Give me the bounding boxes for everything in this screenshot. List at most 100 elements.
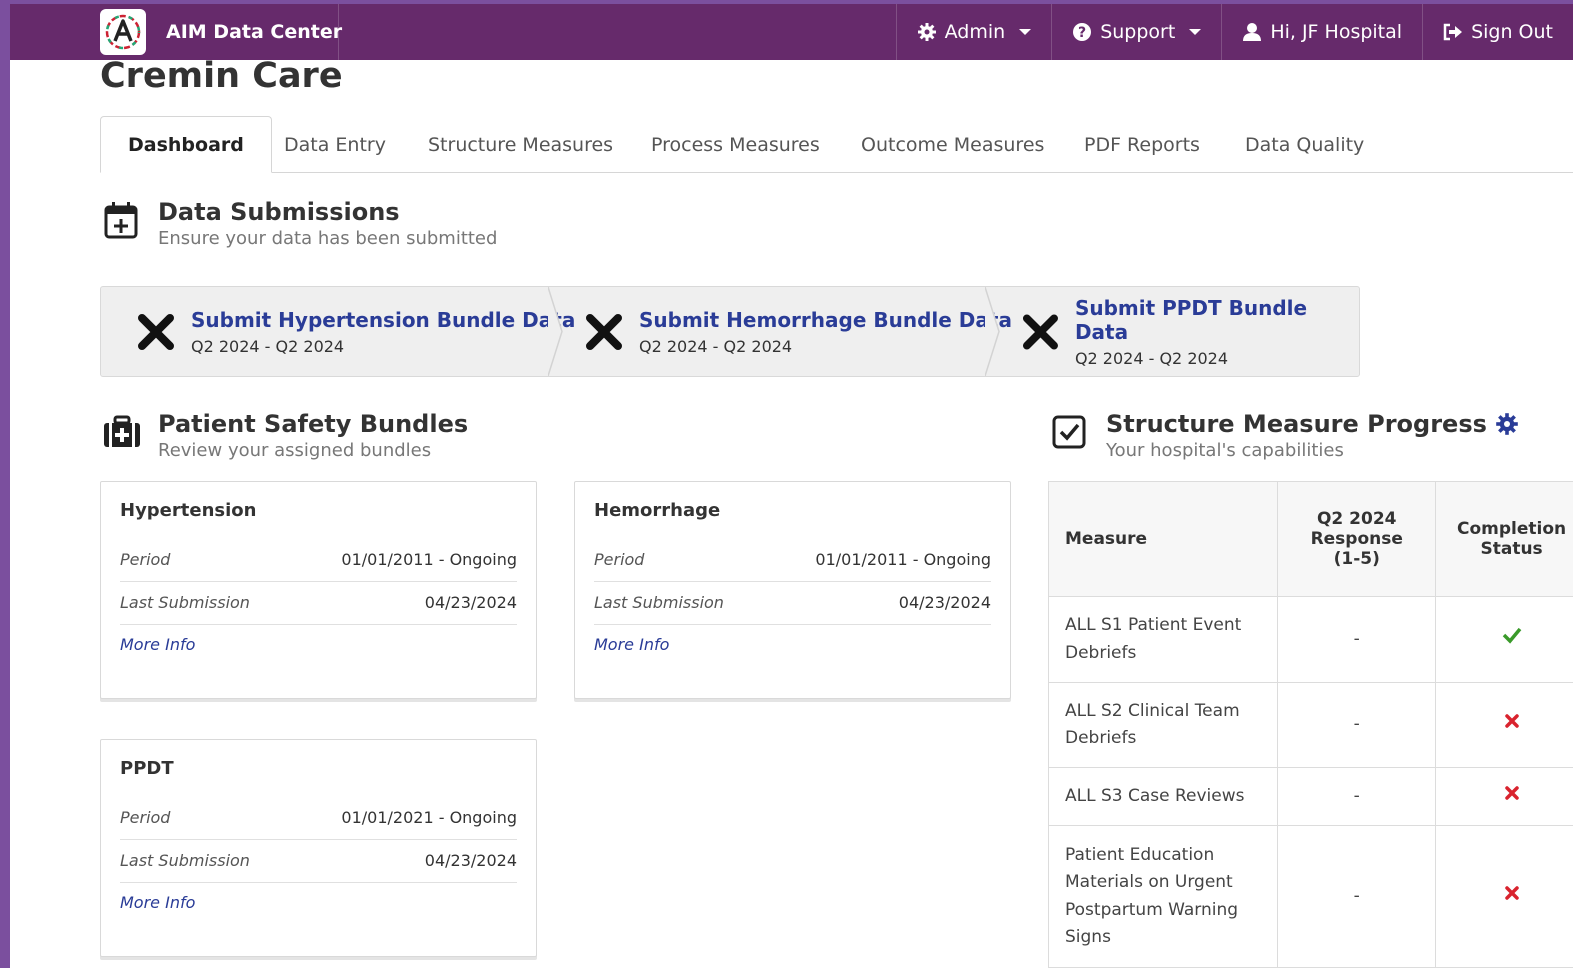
cross-icon [1504, 886, 1519, 900]
main-tabs: Dashboard Data Entry Structure Measures … [100, 116, 1573, 173]
last-submission-row: Last Submission 04/23/2024 [120, 840, 517, 883]
submission-step[interactable]: Submit Hypertension Bundle Data Q2 2024 … [137, 287, 575, 376]
sign-out-link[interactable]: Sign Out [1422, 4, 1573, 60]
period-label: Period [594, 550, 645, 569]
more-info-link[interactable]: More Info [594, 625, 991, 654]
user-greeting[interactable]: Hi, JF Hospital [1221, 4, 1422, 60]
bundle-name: Hypertension [120, 500, 257, 521]
svg-text:?: ? [1078, 25, 1086, 41]
sign-out-icon [1443, 23, 1463, 41]
last-submission-label: Last Submission [594, 593, 724, 612]
bundle-name: PPDT [120, 758, 174, 779]
check-icon [1502, 627, 1521, 644]
submission-steps: Submit Hypertension Bundle Data Q2 2024 … [100, 286, 1360, 377]
cross-icon [138, 313, 174, 350]
brand[interactable]: AIM Data Center [100, 4, 342, 60]
page-title: Cremin Care [100, 56, 343, 96]
period-label: Period [120, 550, 171, 569]
table-header-row: Measure Q2 2024 Response (1-5) Completio… [1047, 481, 1573, 597]
period-value: 01/01/2011 - Ongoing [341, 550, 517, 569]
response-cell: - [1277, 682, 1437, 768]
more-info-link[interactable]: More Info [120, 625, 517, 654]
step-period: Q2 2024 - Q2 2024 [191, 336, 345, 356]
tab-data-quality[interactable]: Data Quality [1245, 116, 1364, 173]
sign-out-label: Sign Out [1471, 21, 1553, 43]
tab-pdf-reports[interactable]: PDF Reports [1084, 116, 1200, 173]
cross-icon [1504, 714, 1519, 728]
last-submission-label: Last Submission [120, 593, 250, 612]
top-navbar: AIM Data Center Admin ? Support Hi, JF H… [10, 4, 1573, 60]
gear-icon [917, 22, 937, 42]
cross-icon [586, 313, 622, 350]
period-row: Period 01/01/2011 - Ongoing [120, 539, 517, 582]
support-label: Support [1100, 21, 1176, 43]
data-submissions-subtitle: Ensure your data has been submitted [158, 228, 498, 249]
bundle-card-hypertension: Hypertension Period 01/01/2011 - Ongoing… [100, 481, 537, 699]
step-period: Q2 2024 - Q2 2024 [639, 336, 793, 356]
question-circle-icon: ? [1072, 22, 1092, 42]
calendar-plus-icon [104, 202, 138, 239]
navbar-divider [338, 4, 339, 60]
cross-icon [1504, 786, 1519, 800]
status-cell [1435, 682, 1573, 768]
structure-measure-table: Measure Q2 2024 Response (1-5) Completio… [1047, 481, 1573, 968]
cross-icon [1022, 314, 1058, 349]
table-row[interactable]: Patient Education Materials on Urgent Po… [1047, 825, 1573, 968]
bundle-name: Hemorrhage [594, 500, 721, 521]
tab-process-measures[interactable]: Process Measures [651, 116, 820, 173]
user-label: Hi, JF Hospital [1270, 21, 1403, 43]
last-submission-row: Last Submission 04/23/2024 [120, 582, 517, 625]
table-row[interactable]: ALL S3 Case Reviews - [1047, 767, 1573, 826]
column-header-response[interactable]: Q2 2024 Response (1-5) [1277, 481, 1437, 597]
structure-progress-header: Structure Measure Progress Your hospital… [1050, 410, 1519, 461]
step-period: Q2 2024 - Q2 2024 [1074, 348, 1229, 368]
response-cell: - [1277, 596, 1437, 683]
data-submissions-header: Data Submissions Ensure your data has be… [102, 198, 497, 249]
last-submission-value: 04/23/2024 [424, 851, 517, 870]
submit-ppdt-link[interactable]: Submit PPDT Bundle Data [1075, 296, 1359, 344]
admin-menu[interactable]: Admin [895, 4, 1052, 60]
submission-step[interactable]: Submit Hemorrhage Bundle Data Q2 2024 - … [585, 287, 1012, 376]
checkbox-checked-icon [1052, 415, 1086, 449]
measure-cell: ALL S3 Case Reviews [1047, 767, 1279, 826]
measure-cell: ALL S2 Clinical Team Debriefs [1047, 682, 1279, 768]
measure-cell: ALL S1 Patient Event Debriefs [1047, 596, 1279, 683]
submit-hemorrhage-link[interactable]: Submit Hemorrhage Bundle Data [639, 308, 1012, 332]
tab-data-entry[interactable]: Data Entry [284, 116, 386, 173]
column-header-status[interactable]: Completion Status [1435, 481, 1573, 597]
data-submissions-title: Data Submissions [158, 198, 400, 226]
more-info-link[interactable]: More Info [120, 883, 517, 912]
status-cell [1435, 767, 1573, 826]
tab-outcome-measures[interactable]: Outcome Measures [861, 116, 1044, 173]
period-value: 01/01/2021 - Ongoing [341, 808, 517, 827]
last-submission-row: Last Submission 04/23/2024 [594, 582, 991, 625]
admin-label: Admin [944, 21, 1006, 43]
submission-step[interactable]: Submit PPDT Bundle Data Q2 2024 - Q2 202… [1022, 287, 1359, 376]
support-menu[interactable]: ? Support [1051, 4, 1221, 60]
table-row[interactable]: ALL S1 Patient Event Debriefs - [1047, 596, 1573, 683]
tab-dashboard[interactable]: Dashboard [100, 116, 272, 173]
response-cell: - [1277, 825, 1437, 968]
table-row[interactable]: ALL S2 Clinical Team Debriefs - [1047, 682, 1573, 768]
column-header-measure[interactable]: Measure [1047, 481, 1279, 597]
period-label: Period [120, 808, 171, 827]
chevron-down-icon [1019, 29, 1032, 35]
period-row: Period 01/01/2021 - Ongoing [120, 797, 517, 840]
structure-progress-title: Structure Measure Progress [1106, 410, 1487, 438]
user-icon [1242, 22, 1262, 42]
status-cell [1435, 596, 1573, 683]
app-window: AIM Data Center Admin ? Support Hi, JF H… [10, 4, 1573, 968]
tab-structure-measures[interactable]: Structure Measures [428, 116, 613, 173]
chevron-down-icon [1189, 29, 1202, 35]
measure-cell: Patient Education Materials on Urgent Po… [1047, 825, 1279, 968]
period-row: Period 01/01/2011 - Ongoing [594, 539, 991, 582]
last-submission-value: 04/23/2024 [424, 593, 517, 612]
response-cell: - [1277, 767, 1437, 826]
bundle-card-hemorrhage: Hemorrhage Period 01/01/2011 - Ongoing L… [574, 481, 1011, 699]
aim-logo-icon [100, 9, 146, 55]
submit-hypertension-link[interactable]: Submit Hypertension Bundle Data [191, 308, 575, 332]
navbar-menu: Admin ? Support Hi, JF Hospital Sign Out [895, 4, 1573, 60]
first-aid-kit-icon [104, 415, 140, 447]
gear-icon[interactable] [1495, 412, 1519, 436]
status-cell [1435, 825, 1573, 968]
